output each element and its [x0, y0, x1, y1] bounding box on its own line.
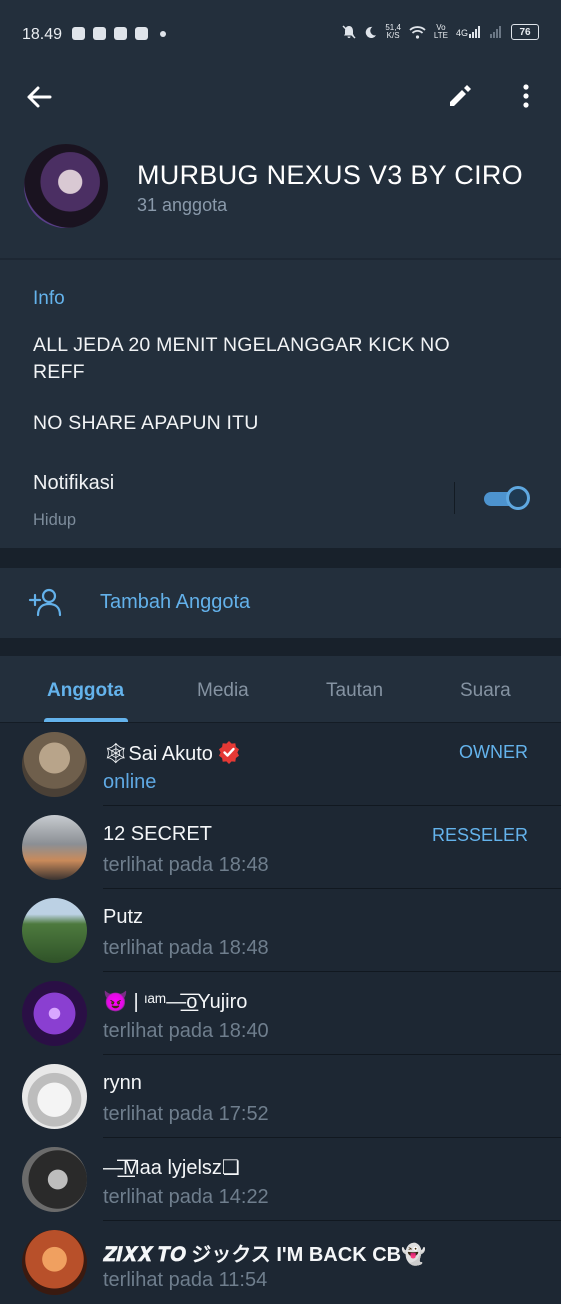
- tab-media[interactable]: Media: [197, 680, 249, 702]
- member-row[interactable]: 🕸Sai Akuto online OWNER: [0, 723, 561, 806]
- volte-indicator: Vo LTE: [434, 24, 448, 40]
- member-row[interactable]: Putz terlihat pada 18:48: [0, 889, 561, 972]
- active-tab-indicator: [44, 718, 128, 722]
- message-notification-icon: [93, 27, 106, 40]
- avatar: [22, 981, 87, 1046]
- media-tabs: Anggota Media Tautan Suara: [0, 656, 561, 723]
- group-description-line: REFF: [33, 361, 85, 383]
- member-status: online: [103, 771, 157, 793]
- mute-bell-icon: [342, 25, 356, 39]
- tab-anggota[interactable]: Anggota: [47, 680, 124, 702]
- member-count: 31 anggota: [137, 195, 228, 215]
- member-name: Putz: [103, 906, 144, 928]
- group-name: MURBUG NEXUS V3 BY CIRO: [137, 160, 523, 190]
- member-status: terlihat pada 18:48: [103, 937, 269, 959]
- notification-icons: [72, 27, 166, 40]
- member-status: terlihat pada 18:40: [103, 1020, 269, 1042]
- avatar: [22, 1064, 87, 1129]
- app-notification-icon: [72, 27, 85, 40]
- avatar: [22, 898, 87, 963]
- profile-header: MURBUG NEXUS V3 BY CIRO 31 anggota: [0, 68, 561, 258]
- member-name: 12 SECRET: [103, 823, 212, 845]
- avatar: [22, 732, 87, 797]
- network-type: 4G: [455, 28, 468, 38]
- avatar: [22, 1147, 87, 1212]
- member-row[interactable]: rynn terlihat pada 17:52: [0, 1055, 561, 1138]
- group-description-line: NO SHARE APAPUN ITU: [33, 412, 259, 434]
- signal-4g: 4G: [456, 26, 481, 38]
- verified-badge-icon: [218, 741, 239, 764]
- add-member-button[interactable]: Tambah Anggota: [0, 568, 561, 638]
- back-arrow-icon[interactable]: [24, 82, 54, 112]
- divider: [454, 482, 455, 514]
- avatar: [22, 1230, 87, 1295]
- member-status: terlihat pada 17:52: [103, 1103, 269, 1125]
- signal-strength-icon: [469, 26, 480, 38]
- member-status: terlihat pada 14:22: [103, 1186, 269, 1208]
- moon-icon: [366, 26, 377, 38]
- info-heading: Info: [33, 288, 65, 309]
- net-speed-unit: K/S: [386, 31, 400, 40]
- edit-pencil-icon[interactable]: [446, 82, 474, 110]
- member-role: RESSELER: [431, 825, 528, 845]
- member-row[interactable]: 𝒁𝑰𝑿𝑿 𝑻𝑶 ジックス I'M BACK CB👻 terlihat pada …: [0, 1221, 561, 1304]
- status-time: 18.49: [22, 26, 63, 43]
- signal-strength-secondary-icon: [490, 26, 501, 38]
- battery-icon: 76: [511, 24, 539, 40]
- notification-label[interactable]: Notifikasi: [33, 472, 114, 495]
- capcut-notification-icon: [114, 27, 127, 40]
- lte-label: LTE: [433, 31, 448, 40]
- tab-suara[interactable]: Suara: [460, 680, 511, 702]
- member-name-text: 🕸Sai Akuto: [103, 743, 213, 765]
- member-row[interactable]: 12 SECRET terlihat pada 18:48 RESSELER: [0, 806, 561, 889]
- member-name: rynn: [103, 1072, 142, 1094]
- member-row[interactable]: —͟͟͞͞Maa lyjelsz❏ terlihat pada 14:22: [0, 1138, 561, 1221]
- facebook-notification-icon: [135, 27, 148, 40]
- member-row[interactable]: 😈 | ᶦᵃᵐ—͟͟͞͞ᴏYujiro terlihat pada 18:40: [0, 972, 561, 1055]
- section-divider: [0, 638, 561, 656]
- member-name: 𝒁𝑰𝑿𝑿 𝑻𝑶 ジックス I'M BACK CB👻: [103, 1244, 426, 1266]
- member-role: OWNER: [459, 742, 528, 762]
- system-icons: 51,4 K/S Vo LTE 4G 76: [342, 24, 539, 40]
- wifi-icon: [409, 25, 426, 39]
- member-name: 😈 | ᶦᵃᵐ—͟͟͞͞ᴏYujiro: [103, 991, 248, 1013]
- member-status: terlihat pada 18:48: [103, 854, 269, 876]
- member-name: 🕸Sai Akuto: [103, 740, 241, 766]
- toggle-thumb: [506, 486, 530, 510]
- more-notifications-dot-icon: [160, 30, 166, 37]
- avatar: [22, 815, 87, 880]
- add-member-label: Tambah Anggota: [100, 591, 251, 613]
- member-name: —͟͟͞͞Maa lyjelsz❏: [103, 1157, 240, 1179]
- member-status: terlihat pada 11:54: [103, 1269, 268, 1291]
- more-options-icon[interactable]: [516, 82, 536, 110]
- status-bar: 18.49 51,4 K/S Vo LTE 4G 76: [0, 0, 561, 68]
- section-divider: [0, 548, 561, 568]
- notification-toggle[interactable]: [484, 486, 530, 510]
- tab-tautan[interactable]: Tautan: [326, 680, 383, 702]
- group-avatar[interactable]: [24, 144, 108, 228]
- add-user-icon: [28, 588, 62, 617]
- notification-status: Hidup: [33, 511, 77, 529]
- net-speed: 51,4 K/S: [385, 24, 401, 40]
- info-section: Info ALL JEDA 20 MENIT NGELANGGAR KICK N…: [0, 260, 561, 548]
- group-description-line: ALL JEDA 20 MENIT NGELANGGAR KICK NO: [33, 334, 450, 356]
